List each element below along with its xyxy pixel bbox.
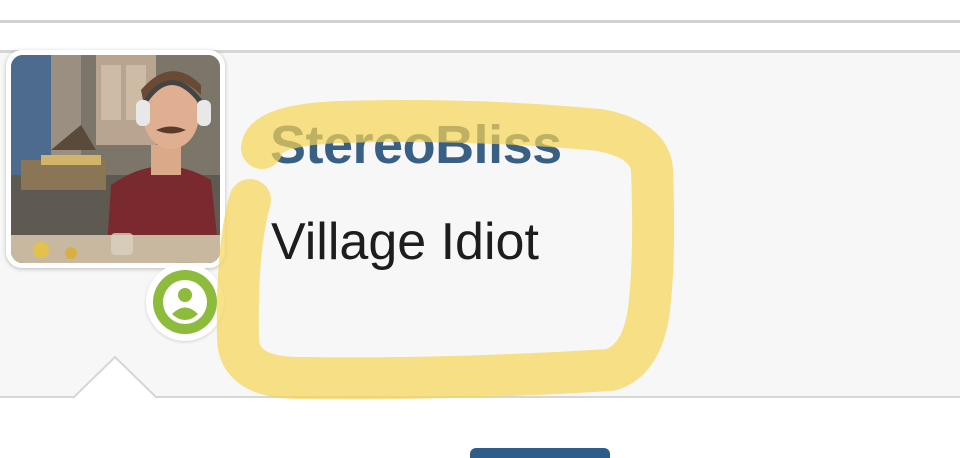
top-divider xyxy=(0,0,960,23)
presence-badge-dot xyxy=(153,270,217,334)
username[interactable]: StereoBliss xyxy=(270,114,562,176)
spacer-strip xyxy=(0,23,960,50)
action-button[interactable] xyxy=(470,448,610,458)
avatar-image xyxy=(11,55,220,263)
presence-badge xyxy=(146,263,224,341)
avatar-photo-art xyxy=(11,55,220,263)
avatar[interactable] xyxy=(6,50,225,268)
user-title: Village Idiot xyxy=(271,213,539,271)
person-icon xyxy=(163,280,207,324)
